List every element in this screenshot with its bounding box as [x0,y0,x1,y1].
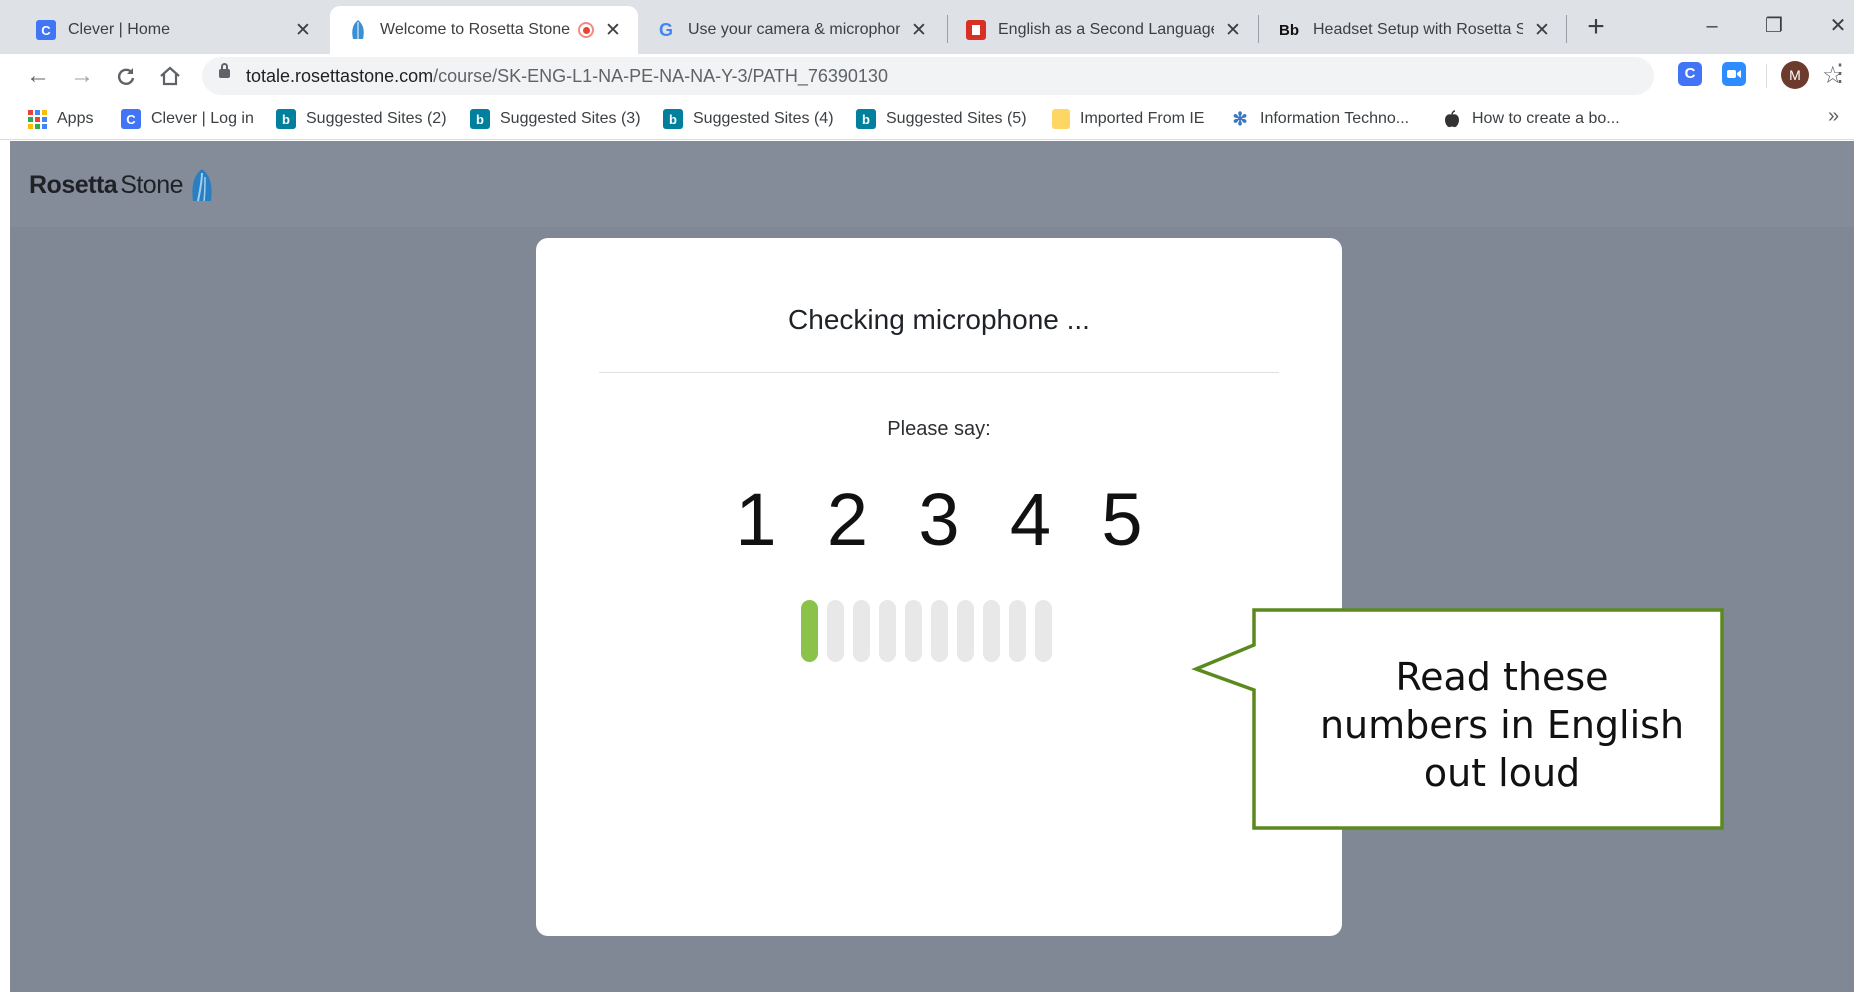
digits-to-say: 1 2 3 4 5 [726,478,1152,562]
reload-icon[interactable] [110,60,142,92]
bing-icon: b [856,109,876,129]
home-icon[interactable] [154,60,186,92]
meter-bar [983,600,1000,662]
page-viewport: Rosetta Stone Checking microphone ... Pl… [10,141,1854,992]
restore-button[interactable]: ❐ [1754,8,1794,44]
close-tab-icon[interactable]: ✕ [602,19,624,42]
bookmark-how-to-create[interactable]: How to create a bo... [1442,108,1620,130]
bookmark-clever-login[interactable]: C Clever | Log in [121,108,254,130]
bookmark-information-technology[interactable]: ✻ Information Techno... [1230,108,1409,130]
bookmark-label: Suggested Sites (4) [693,110,834,127]
tab-title: English as a Second Language [998,21,1214,38]
more-menu-icon[interactable]: ⋮ [1828,60,1852,88]
annotation-callout: Read these numbers in English out loud [1190,608,1730,831]
close-window-button[interactable]: ✕ [1818,8,1854,44]
digit: 1 [735,478,777,561]
tab-title: Welcome to Rosetta Stone [380,21,570,38]
meter-bar [827,600,844,662]
callout-text: Read these numbers in English out loud [1319,655,1685,795]
bookmark-imported-from-ie[interactable]: Imported From IE [1052,108,1204,130]
info-tech-icon: ✻ [1232,108,1248,129]
browser-toolbar: ← → totale.rosettastone.com/course/SK-EN… [0,54,1854,98]
bing-icon: b [663,109,683,129]
bookmark-label: Suggested Sites (3) [500,110,641,127]
meter-bar [879,600,896,662]
tab-esl[interactable]: English as a Second Language ✕ [948,6,1258,54]
bookmark-label: How to create a bo... [1472,110,1620,127]
rosetta-stone-icon [348,20,368,40]
minimize-button[interactable]: – [1692,8,1732,44]
clever-icon: C [121,109,141,129]
app-header: Rosetta Stone [10,141,1854,227]
clever-extension-icon[interactable]: C [1678,62,1702,86]
bookmark-label: Information Techno... [1260,110,1410,127]
forward-arrow-icon[interactable]: → [66,60,98,92]
digit: 2 [826,478,869,561]
digit: 4 [1009,478,1052,561]
divider [599,372,1279,373]
url-text: totale.rosettastone.com/course/SK-ENG-L1… [246,66,888,86]
bookmark-label: Suggested Sites (2) [306,110,447,127]
bookmark-label: Clever | Log in [151,110,254,127]
toolbar-separator [1766,64,1767,88]
tab-title: Use your camera & microphone [688,21,900,38]
close-tab-icon[interactable]: ✕ [292,19,314,42]
meter-bar [1009,600,1026,662]
tab-camera-microphone[interactable]: G Use your camera & microphone ✕ [638,6,944,54]
bookmark-apps[interactable]: Apps [27,108,93,130]
close-tab-icon[interactable]: ✕ [1222,19,1244,42]
digit: 3 [918,478,960,561]
back-arrow-icon[interactable]: ← [22,60,54,92]
meter-bar [931,600,948,662]
tab-title: Clever | Home [68,21,170,38]
bookmark-suggested-sites-3[interactable]: b Suggested Sites (3) [470,108,641,130]
tab-rosetta-stone[interactable]: Welcome to Rosetta Stone ✕ [330,6,638,54]
bookmark-label: Apps [57,110,94,127]
meter-bar [905,600,922,662]
bookmark-label: Suggested Sites (5) [886,110,1027,127]
bing-icon: b [470,109,490,129]
lock-icon [219,63,230,78]
esl-icon [966,20,986,40]
folder-icon [1052,109,1070,129]
meter-bar [853,600,870,662]
rosetta-stone-logo[interactable]: Rosetta Stone [29,167,215,203]
new-tab-button[interactable]: + [1580,8,1612,48]
digit: 5 [1101,478,1143,561]
apps-grid-icon [27,109,47,129]
bookmarks-overflow-button[interactable]: » [1828,105,1839,128]
zoom-extension-icon[interactable] [1722,62,1746,86]
tab-headset-setup[interactable]: Bb Headset Setup with Rosetta Stone ✕ [1259,6,1567,54]
rosetta-stone-logo-icon [192,169,212,202]
tab-strip: C Clever | Home ✕ Welcome to Rosetta Sto… [0,0,1854,54]
bookmark-label: Imported From IE [1080,110,1205,127]
instruction-text: Please say: [887,418,991,440]
apple-icon [1442,109,1462,129]
clever-icon: C [36,20,56,40]
meter-bar [1035,600,1052,662]
google-icon: G [658,19,673,40]
microphone-level-meter [801,600,1052,662]
bookmark-suggested-sites-5[interactable]: b Suggested Sites (5) [856,108,1027,130]
tab-clever-home[interactable]: C Clever | Home ✕ [18,6,328,54]
recording-indicator-icon [578,22,594,38]
bing-icon: b [276,109,296,129]
tab-title: Headset Setup with Rosetta Stone [1313,21,1523,38]
microphone-check-dialog: Checking microphone ... Please say: 1 2 … [536,238,1342,936]
bookmark-suggested-sites-4[interactable]: b Suggested Sites (4) [663,108,834,130]
close-tab-icon[interactable]: ✕ [1531,19,1553,42]
close-tab-icon[interactable]: ✕ [908,19,930,42]
address-bar[interactable]: totale.rosettastone.com/course/SK-ENG-L1… [202,57,1844,95]
meter-bar [957,600,974,662]
bookmarks-bar: Apps C Clever | Log in b Suggested Sites… [0,98,1854,140]
meter-bar [801,600,818,662]
dialog-title: Checking microphone ... [788,304,1090,335]
blackboard-icon: Bb [1279,21,1299,39]
profile-avatar[interactable]: M [1781,61,1809,89]
tab-separator [1566,15,1567,43]
bookmark-suggested-sites-2[interactable]: b Suggested Sites (2) [276,108,447,130]
